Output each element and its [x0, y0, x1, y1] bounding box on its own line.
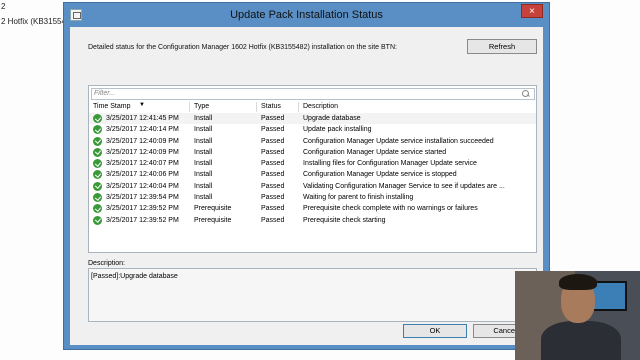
row-description: Validating Configuration Manager Service… — [303, 182, 505, 190]
sort-down-icon: ▼ — [139, 102, 145, 108]
check-circle-icon — [93, 159, 102, 169]
description-box[interactable]: [Passed]:Upgrade database — [88, 268, 537, 322]
table-row[interactable]: 3/25/2017 12:39:54 PM Install Passed Wai… — [89, 192, 536, 203]
row-timestamp: 3/25/2017 12:40:09 PM — [106, 137, 179, 145]
row-status: Passed — [261, 115, 285, 122]
row-type: Install — [194, 126, 213, 134]
row-status: Passed — [261, 216, 285, 224]
row-type: Install — [194, 182, 213, 190]
column-header-label: Time Stamp — [93, 103, 131, 110]
row-status: Passed — [261, 194, 285, 202]
search-icon[interactable] — [522, 90, 530, 98]
check-circle-icon — [93, 125, 102, 135]
row-status: Passed — [261, 148, 285, 156]
column-header-timestamp[interactable]: Time Stamp ▼ — [89, 102, 190, 112]
check-circle-icon — [93, 170, 102, 180]
row-description: Waiting for parent to finish installing — [303, 194, 414, 202]
row-description: Upgrade database — [303, 115, 361, 122]
row-timestamp: 3/25/2017 12:40:06 PM — [106, 171, 179, 179]
row-type: Prerequisite — [194, 205, 232, 213]
refresh-button[interactable]: Refresh — [467, 39, 537, 54]
row-description: Configuration Manager Update service ins… — [303, 137, 494, 145]
table-row[interactable]: 3/25/2017 12:39:52 PM Prerequisite Passe… — [89, 215, 536, 226]
webcam-overlay — [515, 271, 640, 360]
detail-status-text: Detailed status for the Configuration Ma… — [88, 44, 397, 51]
table-row[interactable]: 3/25/2017 12:40:09 PM Install Passed Con… — [89, 136, 536, 147]
table-row[interactable]: 3/25/2017 12:40:14 PM Install Passed Upd… — [89, 124, 536, 135]
check-circle-icon — [93, 204, 102, 214]
table-row[interactable]: 3/25/2017 12:40:06 PM Install Passed Con… — [89, 169, 536, 180]
row-timestamp: 3/25/2017 12:40:04 PM — [106, 182, 179, 190]
webcam-person-hair — [559, 274, 597, 290]
column-header-type[interactable]: Type — [190, 102, 257, 112]
row-description: Update pack installing — [303, 126, 372, 134]
row-status: Passed — [261, 137, 285, 145]
row-status: Passed — [261, 160, 285, 168]
row-status: Passed — [261, 171, 285, 179]
row-timestamp: 3/25/2017 12:39:54 PM — [106, 194, 179, 202]
table-row[interactable]: 3/25/2017 12:41:45 PM Install Passed Upg… — [89, 113, 536, 125]
dialog-content: Detailed status for the Configuration Ma… — [70, 27, 543, 345]
row-description: Prerequisite check complete with no warn… — [303, 205, 478, 213]
row-type: Install — [194, 160, 213, 168]
column-headers: Time Stamp ▼ Type Status Description — [89, 102, 536, 112]
row-type: Install — [194, 115, 213, 122]
row-status: Passed — [261, 126, 285, 134]
row-description: Prerequisite check starting — [303, 216, 386, 224]
row-timestamp: 3/25/2017 12:41:45 PM — [106, 115, 179, 122]
column-header-description[interactable]: Description — [299, 102, 538, 112]
row-timestamp: 3/25/2017 12:39:52 PM — [106, 205, 179, 213]
row-timestamp: 3/25/2017 12:39:52 PM — [106, 216, 179, 224]
row-type: Install — [194, 148, 213, 156]
filter-input[interactable]: Filter... — [91, 88, 535, 100]
table-row[interactable]: 3/25/2017 12:40:09 PM Install Passed Con… — [89, 147, 536, 158]
row-description: Installing files for Configuration Manag… — [303, 160, 477, 168]
row-type: Install — [194, 137, 213, 145]
row-description: Configuration Manager Update service is … — [303, 171, 457, 179]
check-circle-icon — [93, 193, 102, 203]
ok-button[interactable]: OK — [403, 324, 467, 338]
description-label: Description: — [88, 260, 125, 267]
background-text-line: 2 Hotfix (KB31554 — [1, 17, 66, 26]
table-row[interactable]: 3/25/2017 12:40:04 PM Install Passed Val… — [89, 181, 536, 192]
row-status: Passed — [261, 205, 285, 213]
check-circle-icon — [93, 136, 102, 146]
row-type: Install — [194, 171, 213, 179]
close-button[interactable]: × — [521, 4, 543, 18]
check-circle-icon — [93, 114, 102, 123]
row-status: Passed — [261, 182, 285, 190]
row-type: Install — [194, 194, 213, 202]
status-rows: 3/25/2017 12:41:45 PM Install Passed Upg… — [89, 113, 536, 226]
webcam-person-body — [541, 321, 621, 360]
column-header-status[interactable]: Status — [257, 102, 299, 112]
row-timestamp: 3/25/2017 12:40:09 PM — [106, 148, 179, 156]
background-text-line: 2 — [1, 2, 6, 11]
check-circle-icon — [93, 181, 102, 191]
row-description: Configuration Manager Update service sta… — [303, 148, 447, 156]
check-circle-icon — [93, 147, 102, 157]
dialog-title: Update Pack Installation Status — [230, 9, 383, 21]
check-circle-icon — [93, 215, 102, 225]
table-row[interactable]: 3/25/2017 12:39:52 PM Prerequisite Passe… — [89, 203, 536, 214]
status-list-panel: Filter... Time Stamp ▼ Type Status Descr… — [88, 85, 537, 253]
table-row[interactable]: 3/25/2017 12:40:07 PM Install Passed Ins… — [89, 158, 536, 169]
row-type: Prerequisite — [194, 216, 232, 224]
row-timestamp: 3/25/2017 12:40:07 PM — [106, 160, 179, 168]
row-timestamp: 3/25/2017 12:40:14 PM — [106, 126, 179, 134]
update-pack-status-dialog: Update Pack Installation Status × Detail… — [63, 2, 550, 350]
title-bar[interactable]: Update Pack Installation Status × — [64, 3, 549, 27]
